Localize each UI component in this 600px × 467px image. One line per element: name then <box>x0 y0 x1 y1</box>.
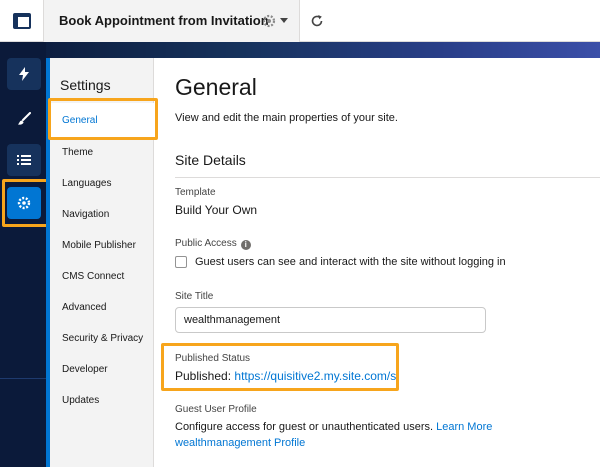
general-nav-highlight <box>48 98 158 140</box>
learn-more-link[interactable]: Learn More <box>436 421 492 433</box>
header-band <box>0 42 600 58</box>
settings-nav-mobile-publisher[interactable]: Mobile Publisher <box>62 240 136 251</box>
settings-title: Settings <box>60 77 111 93</box>
refresh-icon <box>311 15 323 27</box>
app-launcher-button[interactable] <box>0 0 44 42</box>
rail-theme-button[interactable] <box>7 103 41 135</box>
site-settings-menu-button[interactable] <box>262 12 296 30</box>
settings-nav-navigation[interactable]: Navigation <box>62 209 109 220</box>
info-icon[interactable]: i <box>240 239 251 250</box>
public-access-checkbox[interactable] <box>175 256 187 268</box>
guest-profile-label: Guest User Profile <box>175 404 257 415</box>
guest-profile-description: Configure access for guest or unauthenti… <box>175 419 595 451</box>
settings-nav-advanced[interactable]: Advanced <box>62 302 106 313</box>
public-access-label-row: Public Access i <box>175 238 251 250</box>
page-title: Book Appointment from Invitation <box>59 13 269 28</box>
brush-icon <box>18 112 31 125</box>
rail-pages-button[interactable] <box>7 144 41 176</box>
template-label: Template <box>175 187 216 198</box>
rail-components-button[interactable] <box>7 58 41 90</box>
left-rail <box>0 42 46 467</box>
published-status-highlight <box>161 343 399 391</box>
settings-nav-languages[interactable]: Languages <box>62 178 112 189</box>
bolt-icon <box>19 67 29 81</box>
top-bar: Book Appointment from Invitation <box>0 0 600 42</box>
page-heading: General <box>175 74 257 100</box>
list-icon <box>17 155 31 165</box>
page-subtitle: View and edit the main properties of you… <box>175 112 398 124</box>
settings-nav-updates[interactable]: Updates <box>62 395 99 406</box>
gear-icon <box>262 14 276 28</box>
site-title-input[interactable] <box>175 307 486 333</box>
public-access-checkbox-label[interactable]: Guest users can see and interact with th… <box>195 256 506 268</box>
guest-profile-link[interactable]: wealthmanagement Profile <box>175 437 305 449</box>
settings-nav-developer[interactable]: Developer <box>62 364 108 375</box>
main-content: General View and edit the main propertie… <box>155 58 600 467</box>
section-title: Site Details <box>175 152 246 168</box>
public-access-label: Public Access <box>175 238 237 249</box>
guest-profile-text: Configure access for guest or unauthenti… <box>175 421 434 433</box>
caret-down-icon <box>280 18 288 23</box>
layout-icon <box>12 13 31 29</box>
settings-nav-theme[interactable]: Theme <box>62 147 93 158</box>
site-title-box: Book Appointment from Invitation <box>44 0 300 42</box>
template-value: Build Your Own <box>175 203 258 217</box>
site-title-label: Site Title <box>175 291 214 302</box>
settings-nav-security-privacy[interactable]: Security & Privacy <box>62 333 143 344</box>
refresh-button[interactable] <box>308 12 326 30</box>
settings-nav-cms-connect[interactable]: CMS Connect <box>62 271 124 282</box>
section-divider <box>175 177 600 178</box>
rail-divider <box>0 378 46 379</box>
